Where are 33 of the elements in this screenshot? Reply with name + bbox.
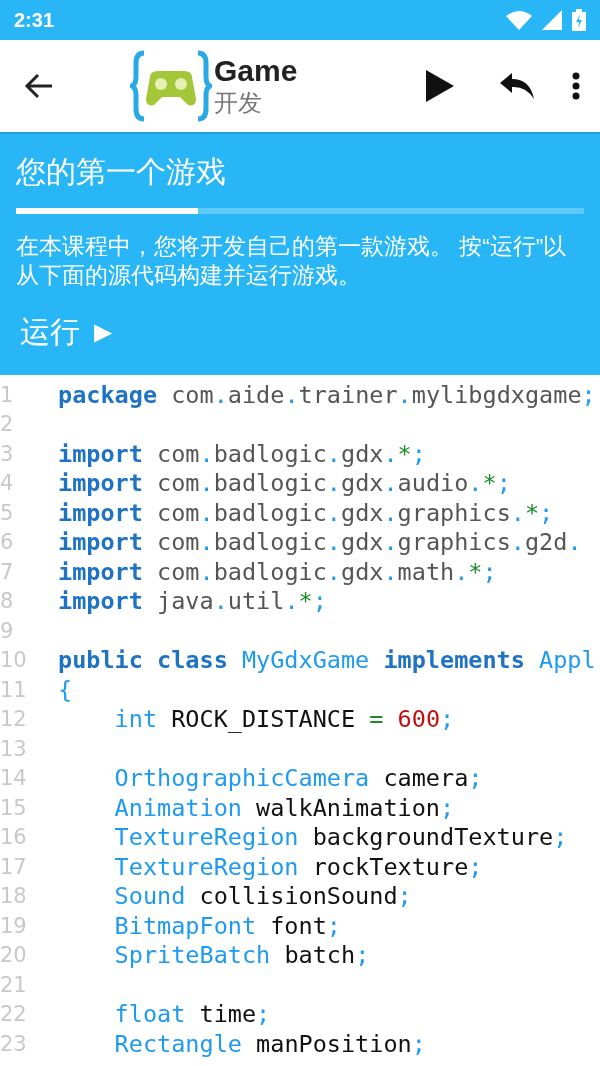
- code-line: BitmapFont font;: [113, 911, 341, 940]
- run-link[interactable]: 运行 ►: [16, 312, 119, 353]
- code-line: import com.badlogic.gdx.audio.*;: [58, 469, 511, 498]
- code-line: package com.aide.trainer.mylibgdxgame;: [58, 380, 596, 409]
- app-subtitle: 开发: [214, 88, 263, 118]
- code-line: TextureRegion rockTexture;: [113, 852, 483, 881]
- code-line: import java.util.*;: [58, 587, 327, 616]
- gamepad-logo-icon: [130, 49, 212, 123]
- code-line: Rectangle manPosition;: [113, 1029, 426, 1058]
- code-line: public class MyGdxGame implements Appl: [58, 646, 596, 675]
- wifi-icon: [506, 10, 532, 30]
- more-icon: [572, 72, 580, 100]
- undo-icon: [500, 73, 534, 99]
- back-arrow-icon: [24, 73, 54, 99]
- code-line: OrthographicCamera camera;: [113, 764, 483, 793]
- code-line: float time;: [113, 1000, 271, 1029]
- lesson-description: 在本课程中，您将开发自己的第一款游戏。 按“运行”以从下面的源代码构建并运行游戏。: [16, 233, 568, 290]
- code-line: import com.badlogic.gdx.graphics.g2d.: [58, 528, 582, 557]
- code-line: import com.badlogic.gdx.math.*;: [58, 557, 497, 586]
- code-line: import com.badlogic.gdx.graphics.*;: [58, 498, 554, 527]
- code-line: {: [58, 675, 73, 704]
- app-title: Game: [214, 54, 299, 88]
- code-line: Animation walkAnimation;: [113, 793, 455, 822]
- status-time: 2:31: [14, 8, 55, 32]
- code-line: import com.badlogic.gdx.*;: [58, 439, 426, 468]
- code-line: int ROCK_DISTANCE = 600;: [113, 705, 455, 734]
- code-line: Sound collisionSound;: [113, 882, 412, 911]
- lesson-title: 您的第一个游戏: [16, 154, 227, 190]
- play-icon: [426, 70, 454, 102]
- battery-icon: [572, 9, 586, 31]
- signal-icon: [542, 10, 562, 30]
- code-line: TextureRegion backgroundTexture;: [113, 823, 568, 852]
- code-line: SpriteBatch batch;: [113, 941, 370, 970]
